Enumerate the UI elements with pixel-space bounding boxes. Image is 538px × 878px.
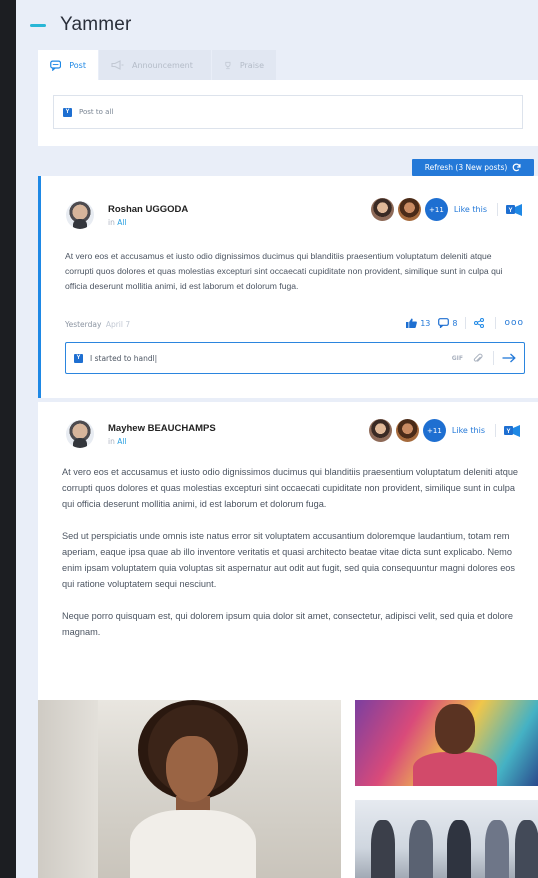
divider — [497, 203, 498, 216]
comments-count: 8 — [452, 318, 458, 328]
likes-button[interactable]: 13 — [406, 318, 430, 328]
photo-detail — [435, 704, 475, 754]
compose-tabs: Post Announcement Praise — [38, 50, 538, 80]
post-to-all-input[interactable]: Y Post to all — [53, 95, 523, 129]
group-prefix: in — [108, 217, 115, 227]
more-likers-badge[interactable]: +11 — [424, 198, 448, 221]
page-title: Yammer — [60, 14, 132, 35]
photo-team-meeting[interactable] — [355, 800, 538, 878]
photo-detail — [413, 752, 497, 786]
tab-post[interactable]: Post — [38, 50, 98, 80]
refresh-icon — [512, 163, 521, 172]
yammer-icon[interactable]: Y — [506, 203, 524, 217]
reply-value[interactable]: I started to handl| — [90, 354, 452, 363]
compose-body: Y Post to all — [38, 80, 538, 146]
share-button[interactable] — [474, 318, 487, 328]
post-date: Yesterday April 7 — [65, 320, 130, 329]
avatar[interactable] — [66, 201, 94, 229]
comment-icon — [438, 318, 450, 328]
post-body: At vero eos et accusamus et iusto odio d… — [65, 251, 503, 291]
yammer-icon[interactable]: Y — [504, 424, 522, 438]
refresh-label: Refresh (3 New posts) — [424, 163, 508, 172]
like-this-link[interactable]: Like this — [452, 426, 485, 435]
more-options-icon[interactable]: ooo — [504, 318, 524, 328]
date-primary: Yesterday — [65, 320, 102, 329]
post-paragraph: Neque porro quisquam est, qui dolorem ip… — [62, 611, 513, 637]
svg-text:Y: Y — [508, 208, 512, 214]
tab-announcement[interactable]: Announcement — [99, 50, 211, 80]
post-paragraph: Sed ut perspiciatis unde omnis iste natu… — [62, 531, 516, 589]
yammer-badge-icon: Y — [63, 107, 72, 117]
likers: +11 Like this Y — [368, 419, 522, 442]
likes-count: 13 — [420, 318, 431, 328]
comments-button[interactable]: 8 — [438, 318, 457, 328]
photo-man-graffiti[interactable] — [355, 700, 538, 786]
compose-box: Post Announcement Praise Y Post to all — [38, 50, 538, 146]
post-card: Roshan UGGODA in All +11 Like this Y At … — [38, 176, 538, 398]
post-photos — [38, 700, 538, 878]
date-secondary: April 7 — [105, 320, 131, 329]
tab-praise-label: Praise — [239, 60, 264, 70]
post-group: in All — [108, 437, 216, 446]
group-prefix: in — [108, 436, 115, 446]
photo-detail — [130, 810, 256, 878]
liker-avatar[interactable] — [397, 198, 421, 221]
chat-bubble-icon — [50, 59, 62, 71]
post-author: Mayhew BEAUCHAMPS in All — [66, 420, 216, 448]
thumbs-up-icon — [406, 318, 418, 328]
divider — [495, 424, 496, 437]
like-this-link[interactable]: Like this — [454, 205, 487, 214]
photo-detail — [409, 820, 433, 878]
attachment-icon[interactable] — [473, 353, 483, 364]
trophy-icon — [225, 61, 231, 69]
panel-header: Yammer — [16, 0, 538, 50]
author-name[interactable]: Mayhew BEAUCHAMPS — [108, 423, 216, 434]
likers: +11 Like this Y — [370, 198, 524, 221]
photo-detail — [166, 736, 218, 802]
post-author: Roshan UGGODA in All — [66, 201, 188, 229]
photo-detail — [485, 820, 509, 878]
author-name[interactable]: Roshan UGGODA — [108, 204, 188, 215]
share-icon — [474, 318, 485, 328]
photo-woman-laptop[interactable] — [38, 700, 341, 878]
post-card: Mayhew BEAUCHAMPS in All +11 Like this Y… — [38, 402, 538, 878]
photo-detail — [515, 820, 538, 878]
divider — [493, 351, 494, 365]
post-group: in All — [108, 218, 188, 227]
post-body: At vero eos et accusamus et iusto odio d… — [62, 464, 520, 656]
photo-background — [38, 700, 98, 878]
divider — [465, 317, 467, 329]
divider — [495, 317, 497, 329]
send-arrow-icon[interactable] — [502, 353, 516, 363]
photo-detail — [371, 820, 395, 878]
group-link[interactable]: All — [117, 437, 126, 446]
svg-text:Y: Y — [506, 429, 510, 435]
gif-button[interactable]: GIF — [452, 355, 463, 362]
liker-avatar[interactable] — [370, 198, 394, 221]
tab-announcement-label: Announcement — [132, 60, 193, 70]
photo-detail — [447, 820, 471, 878]
post-to-all-placeholder: Post to all — [79, 108, 114, 116]
collapse-dash-icon[interactable] — [30, 23, 46, 27]
avatar[interactable] — [66, 420, 94, 448]
yammer-badge-icon: Y — [74, 353, 83, 363]
tab-praise[interactable]: Praise — [212, 50, 276, 80]
tab-post-label: Post — [69, 60, 86, 70]
megaphone-icon — [111, 60, 124, 70]
liker-avatar[interactable] — [395, 419, 419, 442]
reply-input[interactable]: Y I started to handl| GIF — [65, 342, 525, 374]
refresh-button[interactable]: Refresh (3 New posts) — [412, 159, 534, 176]
more-likers-badge[interactable]: +11 — [422, 419, 446, 442]
group-link[interactable]: All — [117, 218, 126, 227]
post-paragraph: At vero eos et accusamus et iusto odio d… — [62, 467, 519, 509]
post-stats: 13 8 ooo — [406, 317, 524, 329]
liker-avatar[interactable] — [368, 419, 392, 442]
